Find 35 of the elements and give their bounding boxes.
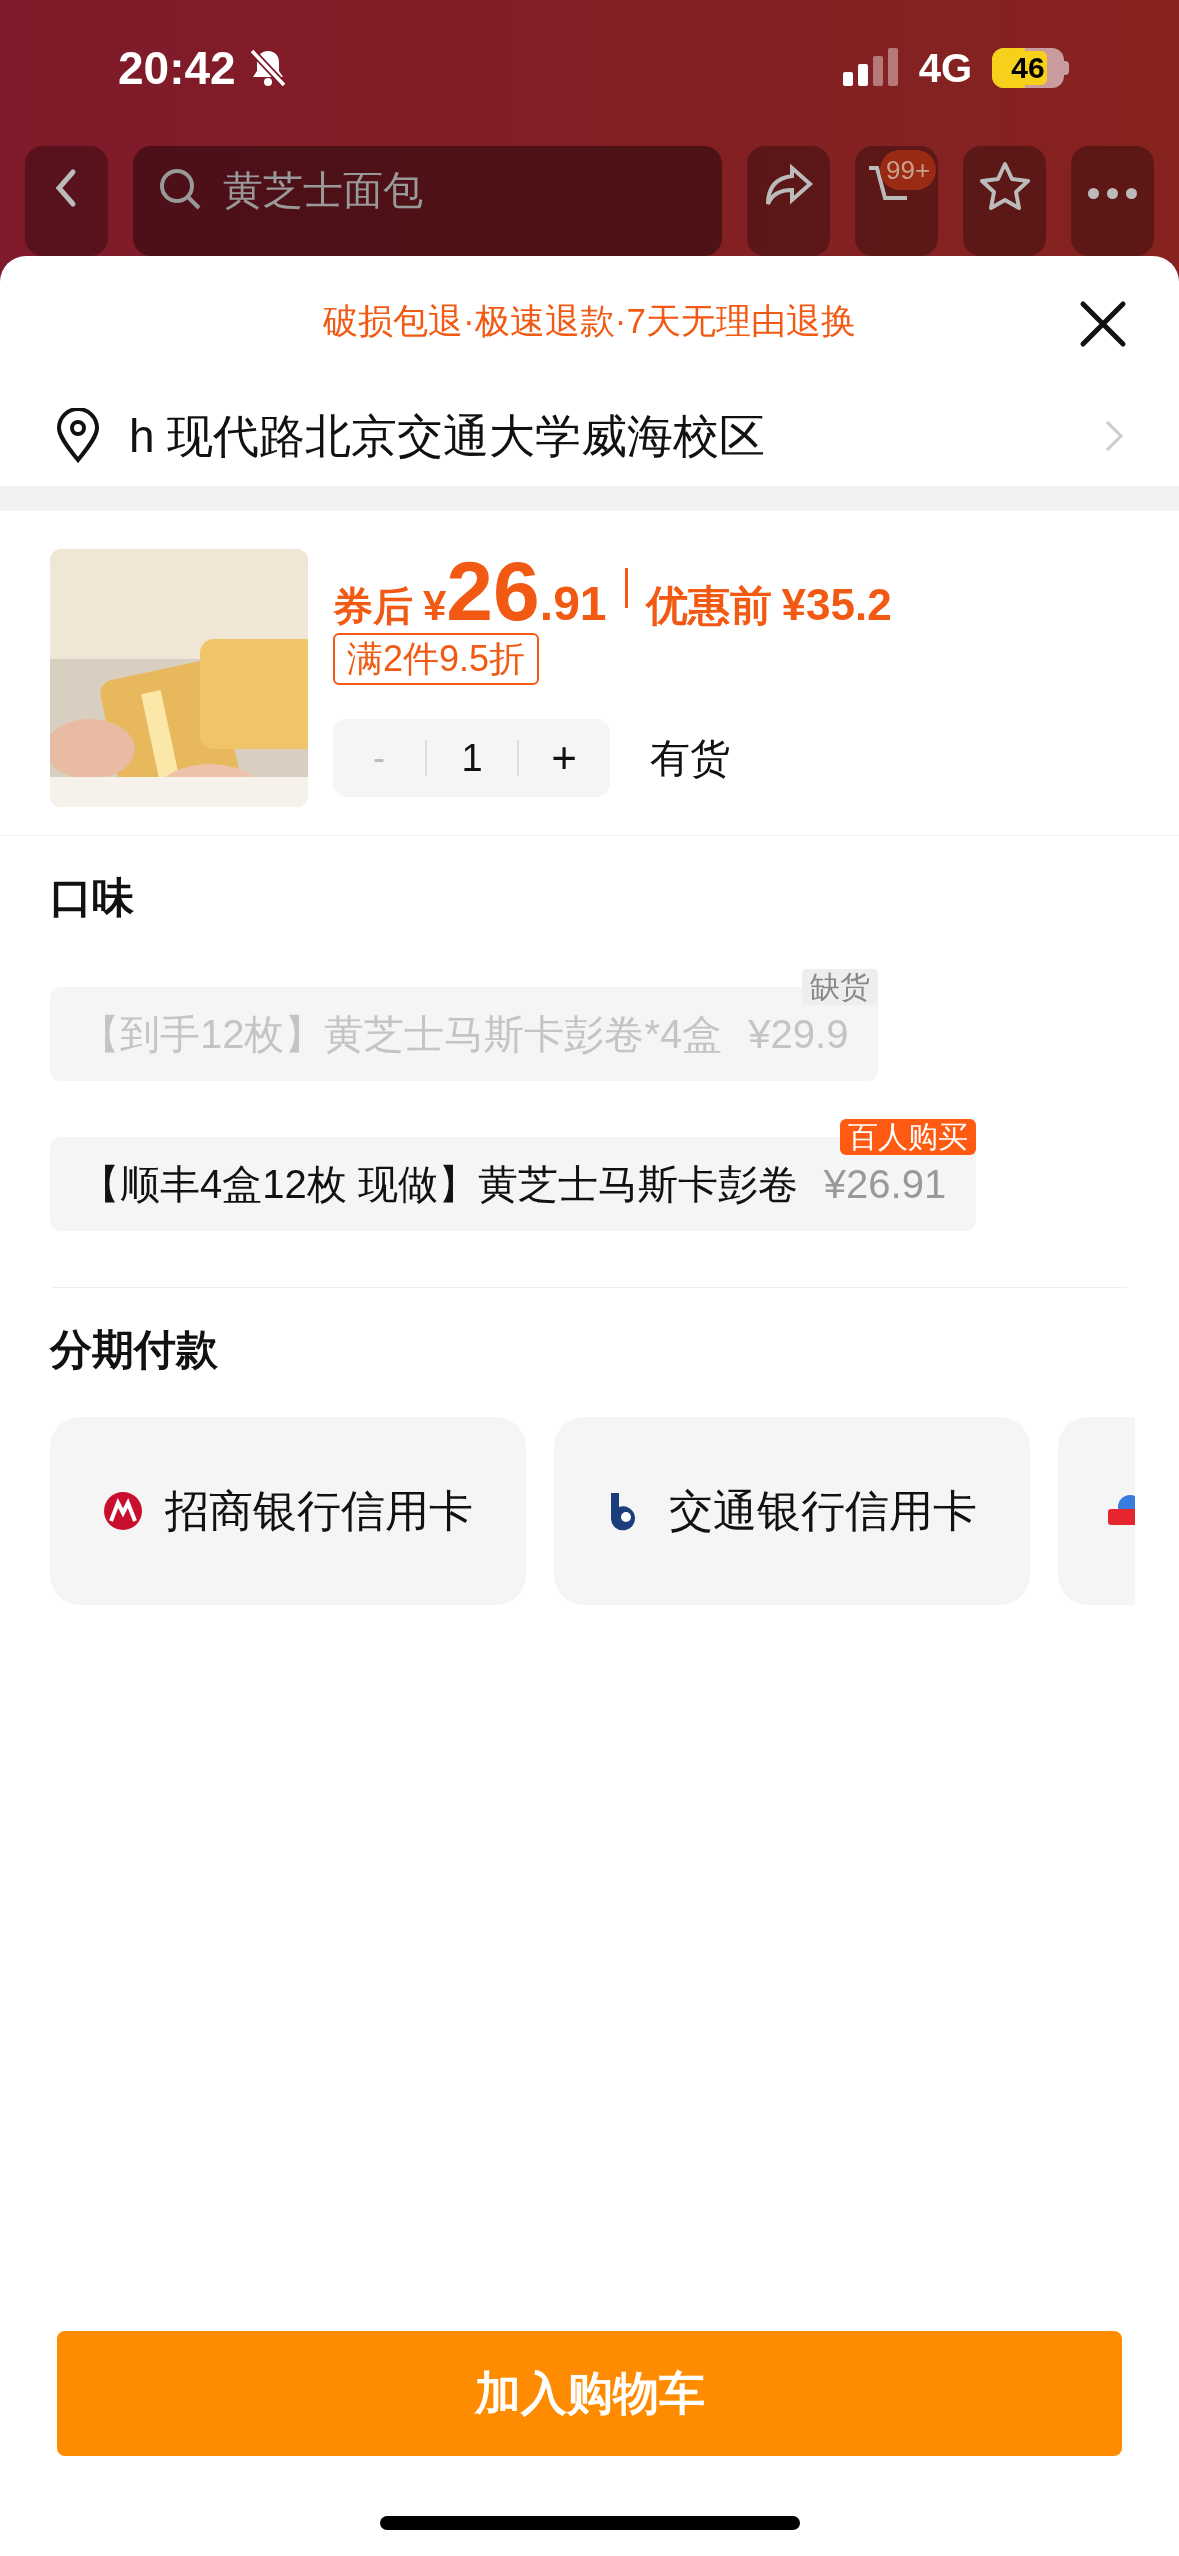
chevron-right-icon	[1104, 419, 1124, 453]
currency-sign: ¥	[423, 582, 447, 631]
muted-bell-icon	[247, 47, 288, 89]
network-label: 4G	[918, 45, 972, 92]
original-price-label: 优惠前	[645, 581, 772, 631]
back-button[interactable]	[25, 146, 108, 256]
star-icon	[977, 160, 1032, 212]
original-price: ¥35.2	[781, 579, 892, 631]
address-text: h 现代路北京交通大学威海校区	[129, 408, 767, 464]
increase-button[interactable]: +	[519, 725, 609, 791]
installment-card[interactable]: 招商银行信用卡	[50, 1417, 526, 1605]
price-prefix: 券后	[333, 583, 413, 630]
search-field[interactable]: 黄芝士面包	[132, 146, 723, 256]
cart-count-badge: 99+	[880, 150, 937, 190]
signal-icon	[842, 48, 899, 88]
location-pin-icon	[55, 408, 101, 464]
price-decimal: .91	[539, 576, 607, 632]
favorite-button[interactable]	[963, 146, 1047, 256]
price-integer: 26	[446, 549, 540, 633]
quantity-value: 1	[460, 735, 484, 781]
more-button[interactable]	[1071, 146, 1154, 256]
section-title: 口味	[50, 873, 135, 923]
stock-status: 有货	[650, 735, 730, 782]
installment-card[interactable]: 交通银行信用卡	[554, 1417, 1030, 1605]
promo-tag: 满2件9.5折	[333, 633, 540, 685]
option-tag: 缺货	[802, 969, 879, 1005]
bank-logo-icon	[103, 1491, 143, 1531]
share-icon	[763, 164, 814, 208]
status-time: 20:42	[118, 40, 236, 96]
close-icon[interactable]	[1079, 300, 1127, 348]
guarantee-text: 破损包退·极速退款·7天无理由退换	[323, 299, 856, 342]
share-button[interactable]	[747, 146, 831, 256]
section-title: 分期付款	[50, 1325, 219, 1375]
option-tag: 百人购买	[840, 1119, 977, 1155]
address-row[interactable]: h 现代路北京交通大学威海校区	[0, 386, 1179, 486]
